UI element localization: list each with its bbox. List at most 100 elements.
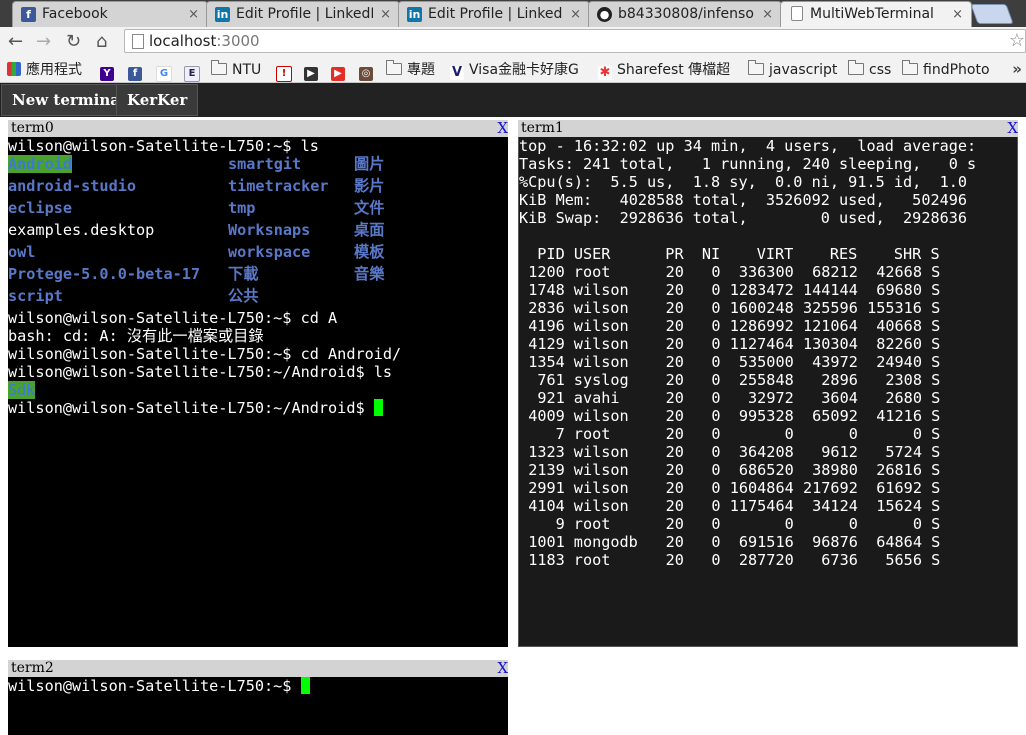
bookmark-facebook[interactable]: f [128, 60, 147, 81]
tab-github[interactable]: ● b84330808/infensor × [588, 1, 782, 27]
ls-row: eclipse tmp 文件 [8, 199, 508, 221]
process-res: 3604 [821, 389, 858, 407]
forward-arrow-icon[interactable]: → [36, 31, 51, 53]
process-virt: 0 [784, 425, 794, 443]
bookmark-project[interactable]: 專題 [386, 60, 435, 80]
process-pid: 4196 [528, 317, 565, 335]
top-process-row: 921 avahi 20 0 32972 3604 2680 S [519, 389, 1017, 407]
reload-icon[interactable]: ↻ [66, 31, 81, 53]
close-icon[interactable]: × [762, 6, 773, 23]
process-user: root [573, 425, 611, 443]
bookmark-star-icon[interactable]: ☆ [1009, 31, 1025, 51]
home-icon[interactable]: ⌂ [96, 31, 107, 53]
top-process-row: 4196 wilson 20 0 1286992 121064 40668 S [519, 317, 1017, 335]
bookmark-camera[interactable]: ◎ [359, 60, 378, 81]
tab-linkedin-1[interactable]: in Edit Profile | LinkedI × [206, 1, 400, 27]
ls-entry: examples.desktop [8, 221, 155, 239]
process-s: S [931, 461, 941, 479]
terminal-close-button[interactable]: X [1007, 120, 1018, 137]
process-user: mongodb [573, 533, 638, 551]
tab-multiwebterminal[interactable]: MultiWebTerminal × [780, 1, 972, 27]
process-s: S [931, 515, 941, 533]
ls-row: Android smartgit 圖片 [8, 155, 508, 177]
bookmark-sharefest[interactable]: ✱ Sharefest 傳檔超 [598, 60, 730, 80]
bookmark-apps[interactable]: 應用程式 [7, 60, 82, 80]
terminal-screen[interactable]: wilson@wilson-Satellite-L750:~$ [8, 677, 508, 735]
top-process-row: 4009 wilson 20 0 995328 65092 41216 S [519, 407, 1017, 425]
bookmark-label: 專題 [407, 62, 435, 78]
ls-entry: smartgit [228, 155, 302, 173]
process-s: S [931, 371, 941, 389]
close-icon[interactable]: × [380, 6, 391, 23]
url-port: :3000 [216, 32, 260, 50]
process-pid: 1354 [528, 353, 565, 371]
bookmark-e[interactable]: E [184, 60, 205, 82]
page-icon [132, 34, 144, 49]
bookmark-ntu[interactable]: NTU [211, 60, 261, 80]
process-virt: 287720 [738, 551, 794, 569]
terminal-close-button[interactable]: X [497, 660, 508, 677]
bookmark-google[interactable]: G [156, 60, 177, 82]
terminal-close-button[interactable]: X [497, 120, 508, 137]
top-process-row: 1200 root 20 0 336300 68212 42668 S [519, 263, 1017, 281]
ls-row: examples.desktop Worksnaps 桌面 [8, 221, 508, 243]
ls-entry: 文件 [354, 199, 385, 217]
bookmark-css[interactable]: css [848, 60, 891, 80]
bookmark-warning[interactable]: ! [276, 60, 297, 82]
process-user: root [573, 515, 611, 533]
process-user: wilson [573, 353, 629, 371]
close-icon[interactable]: × [952, 6, 963, 23]
process-pr: 20 [665, 371, 684, 389]
process-pid: 1001 [528, 533, 565, 551]
process-shr: 15624 [876, 497, 922, 515]
tab-label: Edit Profile | LinkedI [236, 6, 373, 22]
terminal-screen[interactable]: wilson@wilson-Satellite-L750:~$ ls Androi… [8, 137, 508, 647]
terminal-term0[interactable]: term0 X wilson@wilson-Satellite-L750:~$ … [8, 120, 508, 647]
process-pr: 20 [665, 479, 684, 497]
tab-facebook[interactable]: f Facebook × [12, 1, 208, 27]
ls-entry: workspace [228, 243, 311, 261]
process-ni: 0 [711, 515, 721, 533]
top-process-row: 2991 wilson 20 0 1604864 217692 61692 S [519, 479, 1017, 497]
bookmark-visa[interactable]: V Visa金融卡好康G [450, 60, 579, 80]
bookmarks-overflow-button[interactable]: » [1012, 59, 1022, 79]
app-toolbar: New terminal KerKer [0, 83, 1026, 117]
top-process-row: 1323 wilson 20 0 364208 9612 5724 S [519, 443, 1017, 461]
back-arrow-icon[interactable]: ← [8, 31, 23, 53]
process-virt: 336300 [738, 263, 794, 281]
bookmark-javascript[interactable]: javascript [748, 60, 837, 80]
terminal-header: term1 X [518, 120, 1018, 137]
user-button[interactable]: KerKer [116, 84, 199, 116]
folder-icon [211, 60, 227, 75]
ls-output: Android smartgit 圖片 android-studio timetrack… [8, 155, 508, 309]
bookmark-yahoo[interactable]: Y [100, 60, 119, 81]
bookmark-play[interactable]: ▶ [304, 60, 323, 81]
address-bar[interactable]: localhost:3000 ☆ [124, 29, 1026, 53]
process-virt: 32972 [748, 389, 794, 407]
ls-entry: 音樂 [354, 265, 385, 283]
process-shr: 2680 [885, 389, 922, 407]
process-ni: 0 [711, 551, 721, 569]
terminal-line: wilson@wilson-Satellite-L750:~$ cd Andro… [8, 345, 402, 363]
process-virt: 1604864 [729, 479, 794, 497]
process-res: 6736 [821, 551, 858, 569]
close-icon[interactable]: × [570, 6, 581, 23]
directory-entry-highlighted: Sdk [8, 381, 36, 399]
process-virt: 686520 [738, 461, 794, 479]
apps-grid-icon [7, 62, 21, 76]
terminal-prompt: wilson@wilson-Satellite-L750:~/Android$ [8, 399, 374, 417]
new-tab-button[interactable] [970, 4, 1014, 24]
close-icon[interactable]: × [188, 6, 199, 23]
process-pr: 20 [665, 497, 684, 515]
bookmark-findphoto[interactable]: findPhoto [902, 60, 990, 80]
navigation-bar: ← → ↻ ⌂ localhost:3000 ☆ [0, 27, 1026, 57]
process-pr: 20 [665, 299, 684, 317]
terminal-term2[interactable]: term2 X wilson@wilson-Satellite-L750:~$ [8, 660, 508, 735]
terminal-screen[interactable]: top - 16:32:02 up 34 min, 4 users, load … [518, 137, 1018, 647]
terminal-term1[interactable]: term1 X top - 16:32:02 up 34 min, 4 user… [518, 120, 1018, 647]
url-text[interactable]: localhost:3000 [149, 32, 260, 51]
top-process-row: 2836 wilson 20 0 1600248 325596 155316 S [519, 299, 1017, 317]
process-res: 0 [848, 515, 858, 533]
tab-linkedin-2[interactable]: in Edit Profile | LinkedI × [398, 1, 590, 27]
bookmark-youtube[interactable]: ▶ [331, 60, 350, 81]
